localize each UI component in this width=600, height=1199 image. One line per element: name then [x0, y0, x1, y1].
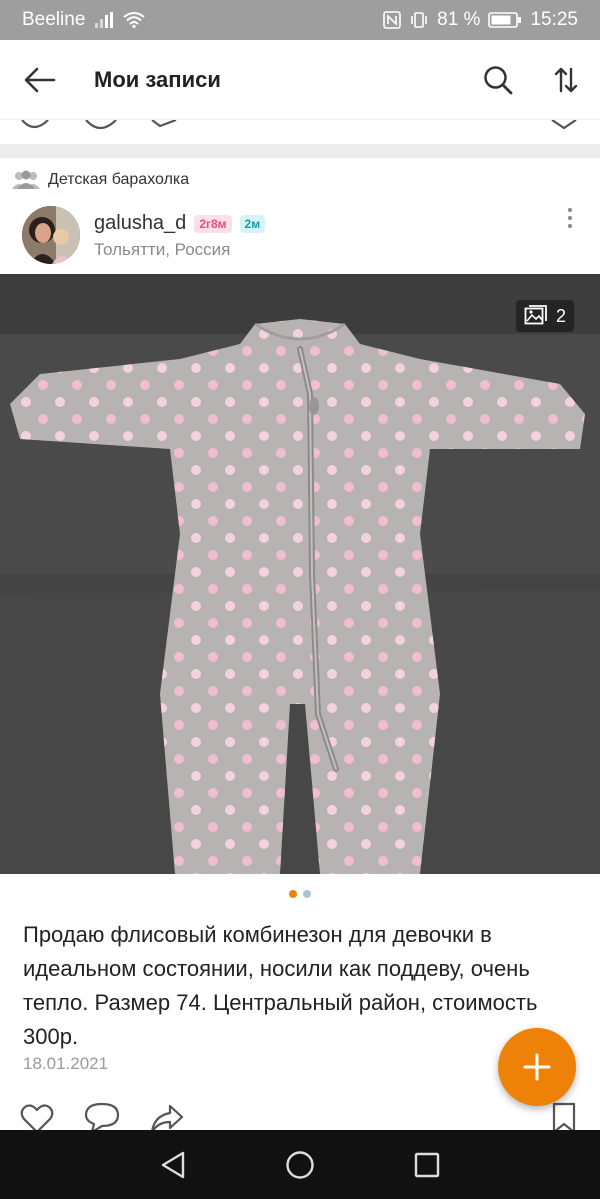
child-age-badge: 2м — [239, 214, 266, 233]
clock: 15:25 — [530, 9, 578, 30]
battery-icon — [488, 12, 522, 28]
carousel-dot[interactable] — [303, 890, 311, 898]
avatar-image — [22, 206, 80, 264]
more-options-button[interactable] — [558, 202, 582, 234]
like-icon[interactable] — [20, 1104, 54, 1130]
post-actions — [0, 1098, 600, 1130]
carrier-name: Beeline — [22, 9, 86, 30]
nav-home-button[interactable] — [270, 1135, 330, 1195]
child-age-badge: 2г8м — [194, 214, 232, 233]
vibrate-icon — [411, 12, 427, 28]
status-bar: Beeline 81 % 15:25 — [0, 0, 600, 40]
comment-icon[interactable] — [84, 1102, 120, 1130]
plus-icon — [523, 1053, 551, 1081]
search-icon — [484, 65, 513, 94]
post-separator — [0, 144, 600, 158]
group-icon — [12, 170, 40, 189]
previous-post-actions — [0, 120, 600, 144]
more-vertical-icon — [568, 208, 572, 212]
nav-recents-button[interactable] — [397, 1135, 457, 1195]
page-title: Мои записи — [94, 66, 221, 92]
sort-arrows-icon — [554, 67, 578, 92]
group-name: Детская барахолка — [48, 171, 190, 188]
share-icon[interactable] — [150, 1104, 184, 1130]
carousel-dot-active[interactable] — [289, 890, 297, 898]
post-author: galusha_d 2г8м 2м Тольятти, Россия — [22, 206, 582, 266]
photo-image — [0, 274, 600, 874]
square-recents-icon — [414, 1152, 439, 1177]
avatar[interactable] — [22, 206, 80, 264]
wifi-icon — [123, 12, 146, 28]
author-location: Тольятти, Россия — [94, 240, 231, 259]
create-post-button[interactable] — [498, 1028, 576, 1106]
system-nav-bar — [0, 1130, 600, 1199]
sort-button[interactable] — [532, 40, 600, 120]
photo-count: 2 — [555, 305, 566, 326]
search-button[interactable] — [464, 40, 532, 120]
carousel-indicator — [0, 890, 600, 898]
post-photo[interactable]: 2 — [0, 274, 600, 874]
triangle-back-icon — [162, 1151, 185, 1178]
back-button[interactable] — [0, 40, 80, 120]
battery-percent: 81 % — [437, 9, 481, 30]
signal-icon — [95, 12, 114, 28]
photo-count-badge: 2 — [515, 300, 574, 332]
circle-home-icon — [286, 1150, 314, 1179]
author-name[interactable]: galusha_d — [94, 212, 186, 235]
post-text: Продаю флисовый комбинезон для девочки в… — [23, 922, 538, 1049]
group-link[interactable]: Детская барахолка — [12, 170, 189, 190]
arrow-left-icon — [24, 67, 56, 92]
images-icon — [524, 305, 547, 325]
nfc-icon — [383, 11, 401, 29]
bookmark-icon[interactable] — [552, 1102, 576, 1130]
post-date: 18.01.2021 — [23, 1054, 109, 1073]
nav-back-button[interactable] — [143, 1135, 203, 1195]
previous-post-icons — [21, 120, 577, 130]
app-bar: Мои записи — [0, 40, 600, 120]
